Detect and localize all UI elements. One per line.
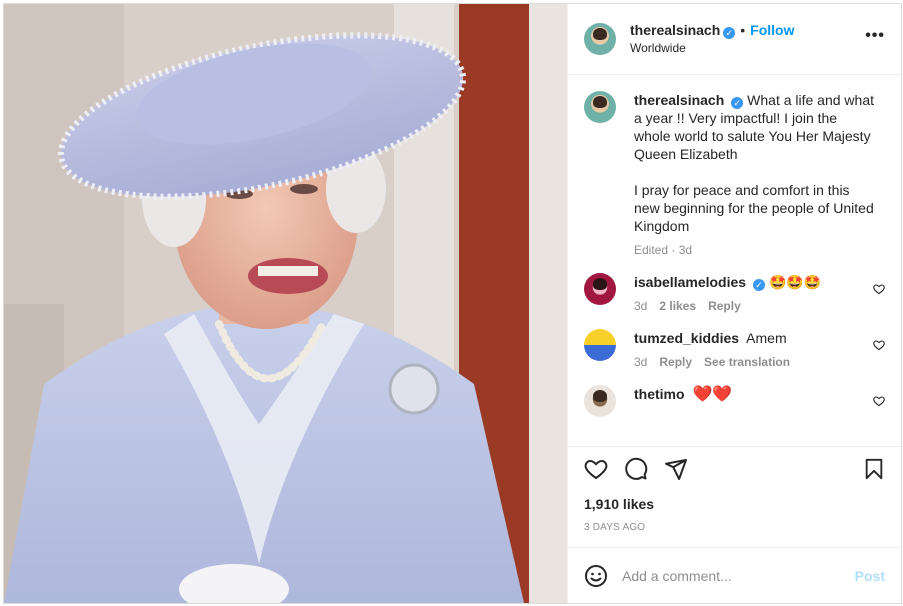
caption-text-2: I pray for peace and comfort in this new… [634,182,874,234]
share-icon[interactable] [664,457,688,481]
see-translation-link[interactable]: See translation [704,355,790,369]
caption: therealsinach ✓ What a life and what a ye… [584,91,885,257]
comment-username[interactable]: isabellamelodies [634,274,746,290]
comment-username[interactable]: thetimo [634,386,685,402]
caption-meta: Edited · 3d [634,243,693,257]
emoji-icon[interactable] [584,564,608,588]
commenter-avatar[interactable] [584,385,616,417]
post-image[interactable] [4,4,567,603]
post-side-panel: therealsinach ✓ • Follow Worldwide ••• ther… [567,4,901,603]
comment-username[interactable]: tumzed_kiddies [634,330,739,346]
comment-row: tumzed_kiddies Amem 3d Reply See translati… [584,329,885,369]
heart-icon[interactable] [873,339,885,351]
comment-row: thetimo ❤️❤️ [584,385,885,417]
queen-photo [4,4,567,603]
bookmark-icon[interactable] [863,458,885,480]
author-username[interactable]: therealsinach [630,22,720,38]
comment-likes[interactable]: 2 likes [659,299,696,313]
post-timestamp[interactable]: 3 DAYS AGO [568,512,901,547]
comment-row: isabellamelodies ✓ 🤩🤩🤩 3d 2 likes Reply [584,273,885,313]
commenter-avatar[interactable] [584,329,616,361]
post-modal: therealsinach ✓ • Follow Worldwide ••• ther… [3,3,902,604]
more-options-icon[interactable]: ••• [865,28,885,44]
comment-text: Amem [746,330,787,346]
caption-username[interactable]: therealsinach [634,92,724,108]
comment-age: 3d [634,299,648,313]
verified-icon: ✓ [753,279,766,291]
verified-icon: ✓ [731,97,744,109]
heart-icon[interactable] [584,457,608,481]
author-avatar[interactable] [584,23,616,55]
post-header: therealsinach ✓ • Follow Worldwide ••• [568,4,901,75]
likes-count[interactable]: 1,910 likes [568,490,901,512]
action-bar [568,446,901,490]
separator-dot: • [740,22,746,38]
heart-icon[interactable] [873,283,885,295]
post-location[interactable]: Worldwide [630,39,795,57]
comments-list[interactable]: therealsinach ✓ What a life and what a ye… [568,75,901,446]
reply-button[interactable]: Reply [708,299,741,313]
comment-text: 🤩🤩🤩 [768,274,822,290]
heart-icon[interactable] [873,395,885,407]
post-comment-button[interactable]: Post [855,568,885,584]
author-info: therealsinach ✓ • Follow Worldwide [630,21,795,57]
comment-input[interactable] [622,567,855,584]
verified-icon: ✓ [723,27,736,39]
caption-avatar[interactable] [584,91,616,123]
comment-text: ❤️❤️ [692,386,733,403]
follow-button[interactable]: Follow [750,22,794,38]
reply-button[interactable]: Reply [659,355,692,369]
comment-age: 3d [634,355,648,369]
comment-icon[interactable] [624,457,648,481]
commenter-avatar[interactable] [584,273,616,305]
add-comment-bar: Post [568,547,901,603]
